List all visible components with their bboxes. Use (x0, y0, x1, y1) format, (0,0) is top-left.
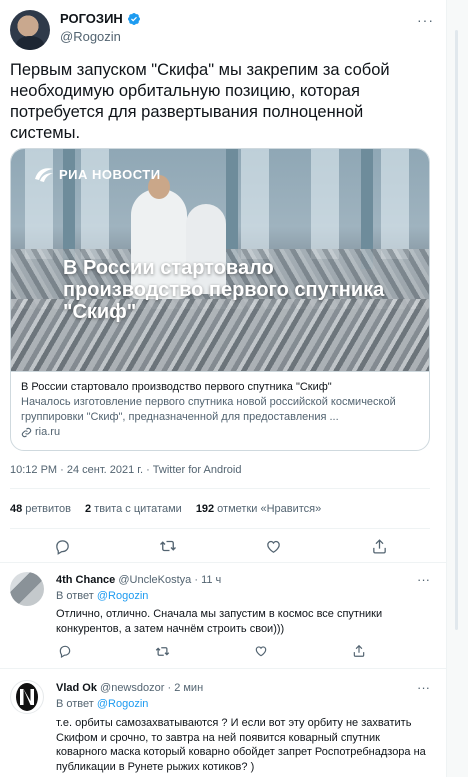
retweets-stat[interactable]: 48 ретвитов (10, 503, 71, 515)
avatar[interactable] (10, 572, 44, 606)
card-description: Началось изготовление первого спутника н… (21, 396, 396, 423)
tweet-stats: 48 ретвитов 2 твита с цитатами 192 отметки … (10, 503, 321, 515)
reply-author-handle[interactable]: @newsdozor (100, 682, 164, 694)
likes-stat[interactable]: 192 отметки «Нравится» (196, 503, 321, 515)
card-domain-text[interactable]: ria.ru (35, 426, 60, 438)
tweet-text: Первым запуском "Скифа" мы закрепим за с… (10, 61, 390, 142)
scroll-rail[interactable] (446, 0, 468, 777)
reply-to-handle[interactable]: @Rogozin (97, 698, 149, 710)
share-button[interactable] (350, 642, 368, 660)
reply-to-label: В ответ (56, 590, 94, 602)
avatar[interactable] (10, 10, 50, 50)
like-icon (255, 646, 267, 657)
divider (0, 562, 446, 563)
retweet-icon (160, 540, 176, 552)
retweet-button[interactable] (156, 534, 180, 558)
window-shape (311, 149, 339, 259)
more-options-button[interactable]: ··· (417, 680, 430, 695)
reply-to-handle[interactable]: @Rogozin (97, 590, 149, 602)
reply-icon (55, 539, 69, 555)
retweets-label: ретвитов (25, 503, 72, 515)
reply-button[interactable] (50, 534, 74, 558)
card-body[interactable]: В России стартовало производство первого… (11, 371, 429, 438)
reply-to: В ответ @Rogozin (56, 590, 148, 602)
tweet-timestamp[interactable]: 10:12 PM · 24 сент. 2021 г. · Twitter fo… (10, 464, 241, 476)
ria-logo-text: РИА НОВОСТИ (59, 166, 161, 182)
reply-actions (56, 642, 376, 660)
quotes-count: 2 (85, 503, 92, 515)
window-shape (241, 149, 269, 259)
scrollbar-track[interactable] (455, 30, 458, 630)
link-icon (21, 427, 32, 437)
reply-author-name[interactable]: Vlad Ok (56, 682, 97, 694)
nd-logo-icon (16, 683, 38, 711)
like-button[interactable] (252, 642, 270, 660)
ria-logo-icon (35, 168, 53, 182)
avatar[interactable] (10, 680, 44, 714)
like-button[interactable] (261, 534, 285, 558)
link-preview-card[interactable]: РИА НОВОСТИ В России стартовало производ… (10, 148, 430, 451)
author-handle[interactable]: @Rogozin (60, 29, 121, 44)
retweet-button[interactable] (153, 642, 171, 660)
reply-time[interactable]: · 2 мин (167, 682, 203, 694)
share-button[interactable] (367, 534, 391, 558)
share-icon (353, 644, 365, 657)
reply-header: Vlad Ok @newsdozor · 2 мин (56, 682, 203, 694)
share-icon (372, 538, 386, 554)
reply-time[interactable]: · 11 ч (194, 574, 221, 586)
reply-header: 4th Chance @UncleKostya · 11 ч (56, 574, 221, 586)
verified-badge-icon (127, 12, 140, 25)
card-image-headline: В России стартовало производство первого… (63, 257, 385, 323)
card-image[interactable]: РИА НОВОСТИ В России стартовало производ… (11, 149, 429, 371)
card-domain[interactable]: ria.ru (21, 426, 423, 438)
window-shape (381, 149, 409, 259)
tweet-actions (10, 534, 430, 558)
retweets-count: 48 (10, 503, 23, 515)
reply-text: Отлично, отлично. Сначала мы запустим в … (56, 608, 383, 635)
divider (10, 488, 430, 489)
divider (0, 668, 446, 669)
likes-label: отметки «Нравится» (217, 503, 322, 515)
author-name-line[interactable]: РОГОЗИН (60, 11, 141, 26)
divider (10, 528, 430, 529)
reply-text: т.е. орбиты самозахватываются ? И если в… (56, 717, 426, 773)
reply-icon (59, 645, 71, 658)
reply-button[interactable] (56, 642, 74, 660)
tweet-header: РОГОЗИН @Rogozin ··· (10, 10, 436, 50)
more-options-button[interactable]: ··· (417, 12, 434, 28)
card-title[interactable]: В России стартовало производство первого… (21, 380, 423, 394)
reply-author-handle[interactable]: @UncleKostya (118, 574, 191, 586)
ria-logo: РИА НОВОСТИ (33, 165, 161, 183)
more-options-button[interactable]: ··· (417, 572, 430, 587)
author-name[interactable]: РОГОЗИН (60, 11, 123, 26)
reply-to-label: В ответ (56, 698, 94, 710)
retweet-icon (155, 646, 169, 656)
reply-to: В ответ @Rogozin (56, 698, 148, 710)
reply-author-name[interactable]: 4th Chance (56, 574, 115, 586)
quotes-stat[interactable]: 2 твита с цитатами (85, 503, 182, 515)
quotes-label: твита с цитатами (94, 503, 182, 515)
like-icon (266, 540, 280, 553)
likes-count: 192 (195, 503, 215, 515)
